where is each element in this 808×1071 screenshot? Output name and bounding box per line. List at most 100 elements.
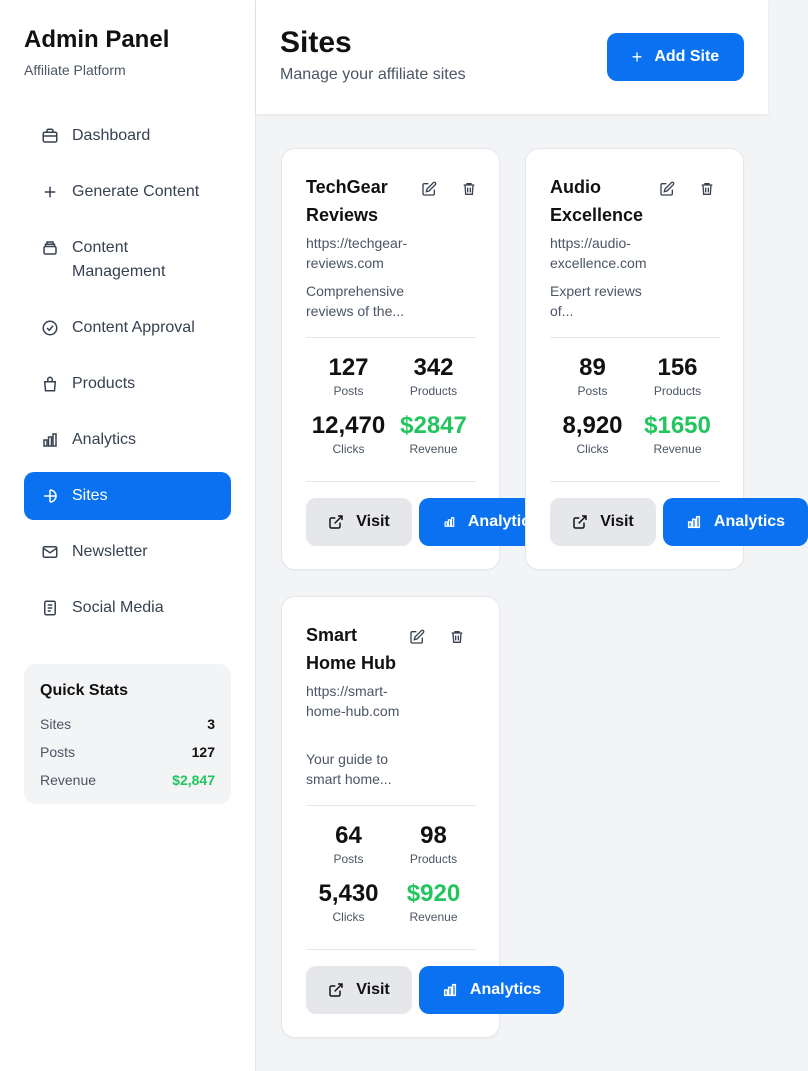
stat-label: Posts: [577, 384, 608, 398]
app-subtitle: Affiliate Platform: [24, 62, 126, 78]
divider: [550, 337, 720, 338]
quick-stat-value: 3: [207, 716, 215, 732]
external-link-icon: [329, 515, 343, 529]
stat-value: 342: [413, 354, 454, 381]
analytics-label: Analytics: [469, 981, 542, 998]
sidebar-item-sites[interactable]: Sites: [24, 472, 231, 520]
visit-button[interactable]: Visit: [550, 498, 656, 546]
bar-chart-icon: [40, 428, 60, 452]
stat-clicks: 5,430 Clicks: [306, 879, 391, 925]
document-icon: [40, 596, 60, 620]
analytics-button[interactable]: Analytics: [663, 498, 808, 546]
site-stats: 64 Posts 98 Products 5,430 Clicks $920 Reven…: [306, 821, 476, 925]
stat-revenue: $2847 Revenue: [391, 411, 476, 457]
sidebar-item-content-approval[interactable]: Content Approval: [24, 304, 231, 352]
quick-stat-value: 127: [191, 744, 215, 760]
stat-value: $2847: [400, 412, 467, 439]
stat-value: 98: [420, 822, 447, 849]
divider: [550, 481, 720, 482]
sidebar-item-content-management[interactable]: Content Management: [24, 224, 204, 296]
stat-label: Clicks: [332, 910, 365, 924]
card-actions: [419, 179, 479, 199]
visit-label: Visit: [600, 513, 634, 530]
quick-stat-revenue: Revenue $2,847: [40, 766, 215, 794]
divider: [306, 337, 476, 338]
stat-posts: 127 Posts: [306, 353, 391, 399]
site-description: Comprehensive reviews of the...: [306, 283, 405, 319]
delete-icon[interactable]: [459, 179, 479, 199]
app-title: Admin Panel: [24, 26, 170, 53]
sidebar-item-dashboard[interactable]: Dashboard: [24, 112, 231, 160]
sidebar-item-social-media[interactable]: Social Media: [24, 584, 231, 632]
quick-stat-label: Revenue: [40, 772, 97, 788]
sidebar-item-label: Sites: [72, 487, 108, 504]
edit-icon[interactable]: [407, 627, 427, 647]
visit-button[interactable]: Visit: [306, 966, 412, 1014]
stat-products: 342 Products: [391, 353, 476, 399]
stat-label: Products: [653, 384, 702, 398]
sidebar-item-products[interactable]: Products: [24, 360, 231, 408]
site-url[interactable]: https://audio-excellence.com: [550, 233, 670, 273]
stat-value: 12,470: [311, 412, 386, 439]
add-site-label: Add Site: [654, 48, 720, 65]
sidebar-item-newsletter[interactable]: Newsletter: [24, 528, 231, 576]
check-circle-icon: [40, 316, 60, 340]
layers-icon: [40, 236, 60, 260]
sidebar-item-label: Dashboard: [72, 127, 151, 144]
analytics-button[interactable]: Analytics: [419, 498, 539, 546]
stat-revenue: $920 Revenue: [391, 879, 476, 925]
stat-value: 8,920: [562, 412, 623, 439]
stat-value: 89: [579, 354, 606, 381]
delete-icon[interactable]: [697, 179, 717, 199]
site-stats: 89 Posts 156 Products 8,920 Clicks $1650 Rev…: [550, 353, 720, 457]
stat-label: Clicks: [332, 442, 365, 456]
stat-revenue: $1650 Revenue: [635, 411, 720, 457]
visit-button[interactable]: Visit: [306, 498, 412, 546]
site-description: Expert reviews of...: [550, 283, 642, 319]
bar-chart-icon: [444, 517, 455, 527]
sidebar-item-label: Social Media: [72, 599, 164, 616]
card-actions: [657, 179, 717, 199]
quick-stat-posts: Posts 127: [40, 738, 215, 766]
quick-stat-value: $2,847: [172, 772, 215, 788]
divider: [306, 481, 476, 482]
sidebar-item-label: Newsletter: [72, 543, 148, 560]
edit-icon[interactable]: [657, 179, 677, 199]
sidebar-item-analytics[interactable]: Analytics: [24, 416, 231, 464]
add-site-button[interactable]: + Add Site: [607, 33, 744, 81]
site-name: TechGear Reviews: [306, 177, 388, 225]
stat-value: $1650: [644, 412, 711, 439]
page-title: Sites: [280, 26, 352, 59]
edit-icon[interactable]: [419, 179, 439, 199]
site-name: Audio Excellence: [550, 177, 644, 225]
stat-products: 98 Products: [391, 821, 476, 867]
bag-icon: [40, 372, 60, 396]
visit-label: Visit: [356, 513, 390, 530]
card-actions: [407, 627, 467, 647]
bar-chart-icon: [687, 515, 700, 529]
page-header: Sites Manage your affiliate sites + Add …: [256, 0, 768, 114]
sidebar-item-generate-content[interactable]: Generate Content: [24, 168, 231, 216]
sidebar-item-label: Content Approval: [72, 319, 195, 336]
sidebar-nav: Dashboard Generate Content Content Manag…: [24, 112, 231, 640]
site-name: Smart Home Hub: [306, 625, 396, 673]
quick-stats-panel: Quick Stats Sites 3 Posts 127 Revenue $2…: [24, 664, 231, 804]
site-url[interactable]: https://techgear-reviews.com: [306, 233, 426, 273]
stat-posts: 89 Posts: [550, 353, 635, 399]
site-url[interactable]: https://smart-home-hub.com: [306, 681, 402, 721]
stat-products: 156 Products: [635, 353, 720, 399]
analytics-label: Analytics: [713, 513, 786, 530]
sidebar-item-label: Content Management: [72, 239, 166, 280]
delete-icon[interactable]: [447, 627, 467, 647]
quick-stat-label: Posts: [40, 744, 76, 760]
visit-label: Visit: [356, 981, 390, 998]
stat-value: 127: [328, 354, 369, 381]
briefcase-icon: [40, 124, 60, 148]
analytics-button[interactable]: Analytics: [419, 966, 564, 1014]
sidebar-item-label: Generate Content: [72, 183, 200, 200]
sidebar: Admin Panel Affiliate Platform Dashboard…: [0, 0, 256, 1071]
bar-chart-icon: [443, 983, 456, 997]
stat-value: 64: [335, 822, 362, 849]
stat-label: Products: [409, 384, 458, 398]
external-link-icon: [329, 983, 343, 997]
